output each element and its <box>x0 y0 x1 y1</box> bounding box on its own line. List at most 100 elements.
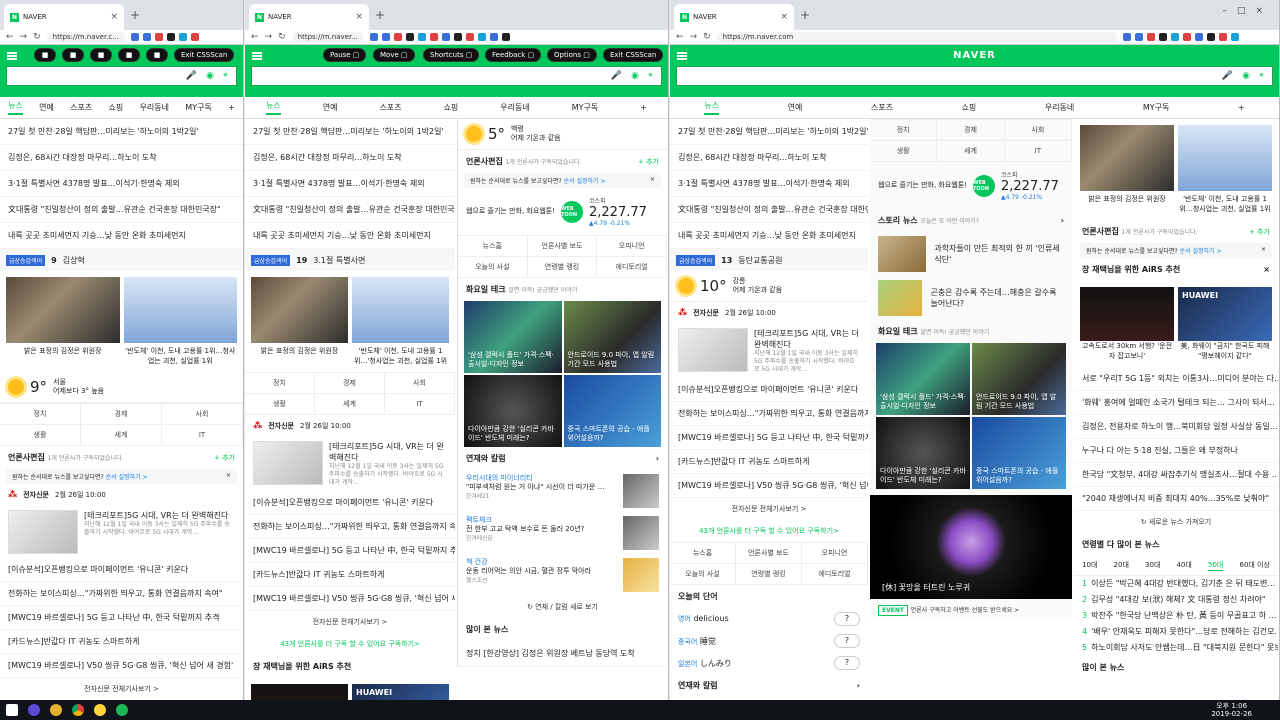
rank-item[interactable]: 2 김무성 "4대강 보(洑) 해체? 文 대통령 정신 차려야" <box>1074 592 1278 608</box>
tab-entertainment[interactable]: 연예 <box>323 102 338 113</box>
tech-card[interactable]: 안드로이드 9.0 파이, 앱 알림 기간 모드 사용법 <box>563 301 661 373</box>
press-item[interactable]: [MWC19 바르셀로나] V50 씽큐 5G·G8 씽큐, '혁신 넘어 새 … <box>245 587 455 611</box>
headline[interactable]: 3·1절 특별사면 4378명 발표…이석기·한명숙 제외 <box>670 171 868 197</box>
press-item[interactable]: [카드뉴스]반값다 IT 귀농도 스마트하게 <box>0 630 243 654</box>
close-tab-icon[interactable]: × <box>110 12 118 22</box>
menu-icon[interactable] <box>252 52 262 60</box>
photo-card[interactable]: '반도체' 이천, 도내 고용률 1위…청사업는 괴천, 실업률 1위 <box>1178 125 1272 214</box>
press-item[interactable]: [MWC19 바르셀로나] 5G 등고 나타난 中, 한국 턱밑까지 추격 <box>0 606 243 630</box>
press-link[interactable]: 연령별 랭킹 <box>527 257 598 278</box>
forward-icon[interactable]: → <box>265 32 273 42</box>
column-item[interactable]: 책 건강 운동 리어먹는 의안 시금, 혈관 장투 막아라 헬스조선 <box>458 554 667 596</box>
close-icon[interactable]: × <box>1263 265 1270 274</box>
extension-icon[interactable] <box>1134 33 1143 41</box>
cssscan-button[interactable]: ■ <box>34 48 56 62</box>
close-icon[interactable]: × <box>226 472 231 481</box>
tab-sports[interactable]: 스포츠 <box>871 102 893 113</box>
chevron-right-icon[interactable]: › <box>656 454 659 463</box>
quiz-button[interactable]: ? <box>834 634 860 648</box>
extension-icon[interactable] <box>453 33 462 41</box>
new-tab-icon[interactable]: + <box>800 8 810 22</box>
tab-entertainment[interactable]: 연예 <box>788 102 803 113</box>
press-link[interactable]: 언론사별 보도 <box>736 543 802 564</box>
age-tab[interactable]: 40대 <box>1177 560 1192 571</box>
press-link[interactable]: 오늘의 사설 <box>458 257 528 278</box>
tab-my-sub[interactable]: MY구독 <box>1143 102 1170 113</box>
menu-icon[interactable] <box>677 52 687 60</box>
extension-icon[interactable] <box>369 33 378 41</box>
tech-card[interactable]: '삼성 갤럭시 폴드' 가격·스펙·출시일·디자인 정보 <box>464 301 562 373</box>
tech-card[interactable]: 중국 스마트폰의 공습 - 애플 위어설음까? <box>563 375 661 447</box>
extension-icon[interactable] <box>429 33 438 41</box>
press-item[interactable]: 전화하는 보이스피싱…"가짜위한 띄우고, 통화 연결음까지 속여" <box>245 515 455 539</box>
category-it[interactable]: IT <box>1004 141 1072 162</box>
press-item[interactable]: [이슈분석]오픈뱅킹으로 마이페이먼트 '유니콘' 키운다 <box>0 558 243 582</box>
headline[interactable]: 文대통령 "친일청산이 정의 출발…유관순 건국훈장 대한민국장" <box>245 197 455 223</box>
photo[interactable] <box>251 684 348 700</box>
category-it[interactable]: IT <box>162 425 243 446</box>
tab-neighborhood[interactable]: 우리동네 <box>1045 102 1074 113</box>
headline[interactable]: 내륙 곳곳 초미세먼지 기승…낮 동안 온화 초미세먼지 <box>0 223 243 249</box>
extension-icon[interactable] <box>178 33 187 41</box>
exit-cssscan-button[interactable]: Exit CSSScan <box>603 48 664 62</box>
refresh-columns[interactable]: ↻ 연재 / 칼럼 새로 보기 <box>458 596 667 618</box>
press-link[interactable]: 에디토리얼 <box>802 564 868 585</box>
cssscan-button[interactable]: ■ <box>118 48 140 62</box>
naver-logo[interactable]: NAVER <box>953 50 996 61</box>
extension-icon[interactable] <box>1170 33 1179 41</box>
rank-item[interactable]: 4 '배우' 안재욱도 피해자 못한다"…당로 전해하는 김건모… <box>1074 624 1278 640</box>
url-field[interactable]: https://m.naver.c... <box>46 32 125 42</box>
press-item[interactable]: [카드뉴스]반값다 IT 귀농도 스마트하게 <box>245 563 455 587</box>
options-button[interactable]: Options ▢ <box>547 48 597 62</box>
photo-card[interactable]: '반도체' 이천, 도내 고용률 1위…'청사업는 괴천, 실업률 1위 <box>352 277 449 366</box>
kakao-icon[interactable] <box>94 704 106 716</box>
tab-neighborhood[interactable]: 우리동네 <box>500 102 529 113</box>
extension-icon[interactable] <box>381 33 390 41</box>
menu-icon[interactable] <box>7 52 17 60</box>
url-field[interactable]: https://m.naver... <box>291 32 364 42</box>
extension-icon[interactable] <box>1230 33 1239 41</box>
news-item[interactable]: 서로 "우리T 5G 1등" 외치는 이통3사…미디어 분야는 다… <box>1074 367 1278 391</box>
press-header[interactable]: ⁂ 전자신문 2월 26일 10:00 <box>670 302 868 324</box>
extension-icon[interactable] <box>1206 33 1215 41</box>
press-link[interactable]: 뉴스홈 <box>670 543 736 564</box>
press-more-link[interactable]: 전자신문 전체기사보기 > <box>245 611 455 633</box>
press-item[interactable]: [MWC19 바르셀로나] V50 씽큐 5G·G8 씽큐, '혁신 넘어 새 … <box>670 474 868 498</box>
tech-card[interactable]: 다이아만큼 강한 '실리콘 카바이드' 반도체 미래는? <box>464 375 562 447</box>
category-society[interactable]: 사회 <box>385 373 455 394</box>
story-item[interactable]: 곤충은 감수록 주는데…해충은 갈수록 늘어난다? <box>870 276 1072 320</box>
news-item[interactable]: "2040 재생에너지 비중 최대치 40%…35%로 낮춰야" <box>1074 487 1278 511</box>
weather-widget[interactable]: 5° 백령 어제 기온과 같음 <box>458 119 667 150</box>
headline[interactable]: 3·1절 특별사면 4378명 발표…이석기·한명숙 제외 <box>0 171 243 197</box>
photo-card[interactable]: 밝은 표정의 김정은 위원장 <box>1080 125 1174 214</box>
headline[interactable]: 김정은, 68시간 대장정 마무리…하노이 도착 <box>245 145 455 171</box>
tab-my-sub[interactable]: MY구독 <box>572 102 599 113</box>
quiz-button[interactable]: ? <box>834 656 860 670</box>
news-item[interactable]: 한국당 "文청부, 4대강 싸잡추기식 맹실조사…절대 수용 … <box>1074 463 1278 487</box>
column-item[interactable]: 팩트체크 전 한부 고교 탁액 보수로 돈 둘러 20년? 한겨레신문 <box>458 512 667 554</box>
tab-my-sub[interactable]: MY구독 <box>185 102 212 113</box>
press-header[interactable]: ⁂ 전자신문 2월 26일 10:00 <box>0 484 243 506</box>
subscribe-link[interactable]: 구독하기> <box>388 640 420 648</box>
headline[interactable]: 文대통령 "친일청산이 정의 출발…유관순 건국훈장 대한민국장" <box>670 197 868 223</box>
category-life[interactable]: 생활 <box>0 425 81 446</box>
event-row[interactable]: EVENT 언론사 구독하고 아벤트 선물도 받으세요 > <box>870 599 1072 620</box>
chevron-right-icon[interactable]: › <box>1061 216 1064 225</box>
chevron-right-icon[interactable]: › <box>857 681 860 690</box>
press-link[interactable]: 오피니언 <box>597 236 667 257</box>
headline[interactable]: 27일 첫 만찬·28일 핵담판…미리보는 '하노이의 1박2일' <box>670 119 868 145</box>
tab-shopping[interactable]: 쇼핑 <box>109 102 124 113</box>
move-button[interactable]: Move ▢ <box>373 48 415 62</box>
extension-icon[interactable] <box>1218 33 1227 41</box>
order-link[interactable]: 순서 설정하기 > <box>1180 248 1222 255</box>
photo-card[interactable]: 밝은 표정의 김정은 위원장 <box>251 277 348 366</box>
order-link[interactable]: 순서 설정하기 > <box>106 474 148 481</box>
age-tab[interactable]: 20대 <box>1114 560 1129 571</box>
tab-news[interactable]: 뉴스 <box>266 100 281 115</box>
search-bar[interactable]: 🎤 ◉ ⌖ <box>251 66 662 86</box>
weather-widget[interactable]: 9° 서울 어제보다 3° 높음 <box>0 372 243 403</box>
rank-item[interactable]: 1 이상든 "박근혜 4대강 반대했다, 김기춘 은 뒤 태도변… <box>1074 576 1278 592</box>
browser-tab[interactable]: N NAVER × <box>674 4 794 30</box>
press-item[interactable]: [MWC19 바르셀로나] 5G 등고 나타난 中, 한국 턱밑까지 추격 <box>670 426 868 450</box>
extension-icon[interactable] <box>441 33 450 41</box>
